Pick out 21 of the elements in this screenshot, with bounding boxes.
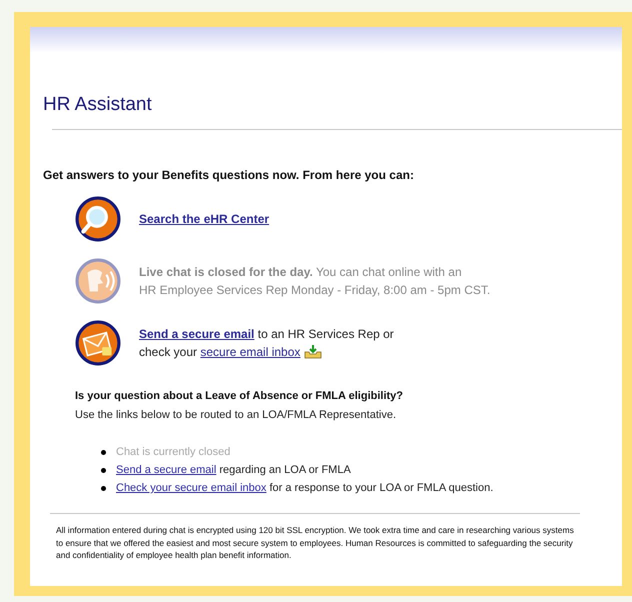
- bullet-text: Chat is currently closed: [116, 445, 230, 459]
- text-link[interactable]: Send a secure email: [116, 464, 216, 476]
- option-text-part: to an HR Services Rep or: [256, 326, 394, 343]
- bullet-text: Check your secure email inbox for a response to your LOA or FMLA question.: [116, 481, 494, 495]
- text-link[interactable]: Search the eHR Center: [139, 210, 270, 228]
- loa-subtext: Use the links below to be routed to an LOA/FMLA Representative.: [75, 408, 398, 422]
- loa-heading: Is your question about a Leave of Absence or FMLA eligibility?: [75, 389, 404, 404]
- option-text-part: check your: [139, 344, 198, 361]
- text-link[interactable]: Check your secure email inbox: [116, 482, 266, 494]
- bullet-text: Send a secure email regarding an LOA or FMLA: [116, 463, 351, 477]
- text-link[interactable]: secure email inbox: [200, 343, 300, 361]
- bullet-icon: [101, 450, 106, 454]
- page-title: HR Assistant: [43, 93, 153, 117]
- option-text-part: HR Employee Services Rep Monday - Friday, 8:00 am - 5pm CST.: [139, 282, 490, 299]
- footer-notice: All information entered during chat is encrypted using 120 bit SSL encryption. We took extra time and care in researching various systems to ensure that we offered the easiest and most secure system to employees. Human Resources is committed to safeguarding the security and confidentiality of employee health plan benefit information.: [56, 524, 575, 562]
- inbox-tray-icon[interactable]: [304, 345, 322, 359]
- intro-text: Get answers to your Benefits questions now. From here you can:: [43, 167, 415, 184]
- text-link[interactable]: Send a secure email: [139, 325, 254, 343]
- bullet-icon: [101, 468, 106, 472]
- bullet-icon: [101, 486, 106, 490]
- option-text-part: Live chat is closed for the day. You can chat online with an: [139, 264, 462, 281]
